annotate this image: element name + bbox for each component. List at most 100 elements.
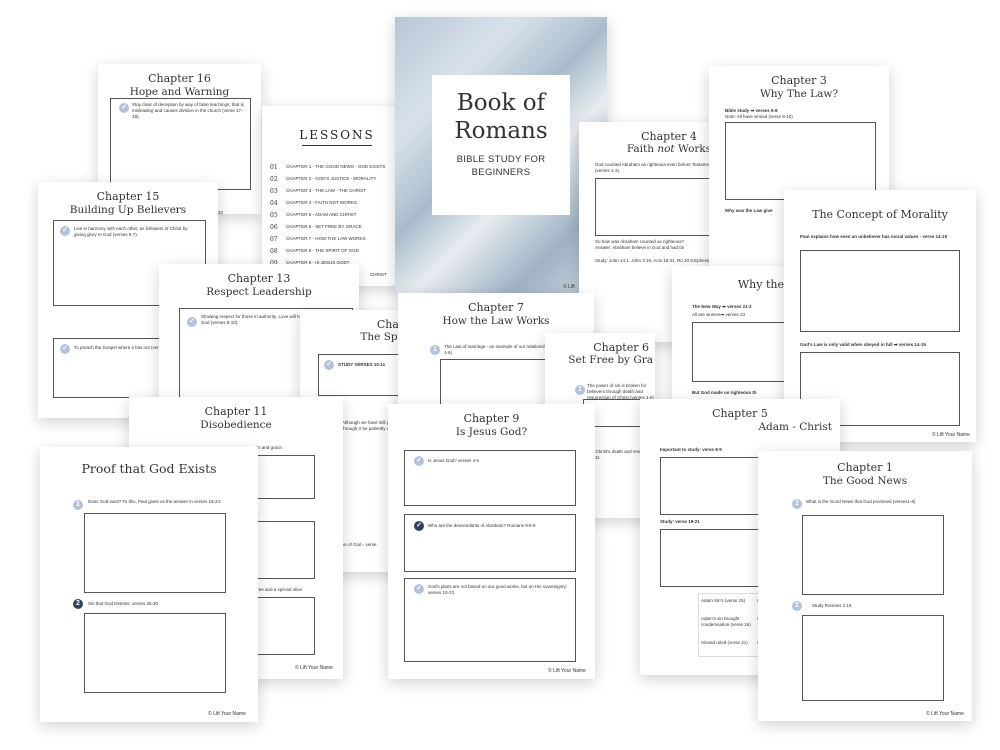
step-1-icon: 1 bbox=[73, 500, 83, 510]
question-text: What is the Good News that God promised … bbox=[806, 499, 916, 504]
table-cell: Adam Sin's (verse 15) bbox=[701, 598, 746, 603]
lesson-item: 07 CHAPTER 7 - HOW THE LAW WORKS bbox=[270, 236, 366, 243]
page-title: Chapter 13 bbox=[227, 272, 291, 285]
lesson-item: 08 CHAPTER 8 - THE SPIRIT OF GOD bbox=[270, 248, 359, 255]
question-text: Study: verse 19-21 bbox=[660, 519, 700, 524]
step-1-icon: 1 bbox=[430, 345, 440, 355]
lesson-item: 01 CHAPTER 1 - THE GOOD NEWS - GOD EXISTS bbox=[270, 164, 386, 171]
lesson-item: 02 CHAPTER 2 - GOD'S JUSTICE - MORALITY bbox=[270, 176, 377, 183]
question-text: The New Way ➡ verses 21-2 bbox=[692, 304, 752, 309]
question-text: Who are the descendants of Abraham? Roma… bbox=[428, 523, 536, 528]
question-text: Study Romans 1:16 bbox=[812, 603, 852, 608]
cover-title-card: Book of Romans BIBLE STUDY FOR BEGINNERS bbox=[432, 75, 570, 215]
check-icon: ✓ bbox=[60, 226, 70, 236]
answer-box bbox=[660, 457, 774, 515]
page-subtitle: Respect Leadership bbox=[206, 286, 312, 298]
page-title: Chapter 16 bbox=[148, 72, 211, 85]
page-title: Chap bbox=[376, 318, 406, 331]
page-title: Chapter 1 bbox=[837, 461, 893, 474]
brand-footer: © Lift Your Name bbox=[208, 711, 246, 717]
lesson-item: 04 CHAPTER 4 - FAITH NOT WORKS bbox=[270, 200, 357, 207]
partial-text: CHRIST bbox=[370, 272, 387, 277]
page-title: Chapter 5 bbox=[712, 407, 768, 420]
answer-box bbox=[802, 615, 944, 701]
lessons-title: LESSONS bbox=[262, 128, 412, 146]
answer-box bbox=[725, 122, 876, 200]
answer-box bbox=[253, 597, 315, 655]
lesson-item: 05 CHAPTER 5 - ADAM AND CHRIST bbox=[270, 212, 357, 219]
step-2-icon: 2 bbox=[73, 599, 83, 609]
page-title: Chapter 11 bbox=[204, 405, 268, 418]
page-subtitle: How the Law Works bbox=[442, 315, 550, 327]
step-1-icon: 1 bbox=[575, 385, 585, 395]
page-title: Why the bbox=[737, 278, 784, 291]
answer-box bbox=[84, 513, 226, 593]
question-text: All are sinners➡ verses 23 bbox=[692, 312, 746, 317]
check-icon: ✓ bbox=[414, 456, 424, 466]
brand-footer: © Lift Your Name bbox=[295, 665, 333, 671]
step-2-icon: 2 bbox=[792, 601, 802, 611]
page-title: The Concept of Morality bbox=[812, 208, 948, 221]
brand-footer: © Lift bbox=[563, 284, 575, 290]
page-chapter-1: Chapter 1 The Good News 1 What is the Go… bbox=[758, 451, 972, 721]
partial-text: ss and grace. bbox=[256, 445, 284, 450]
page-cover: Book of Romans BIBLE STUDY FOR BEGINNERS ©… bbox=[395, 17, 607, 295]
answer-box bbox=[660, 529, 774, 587]
page-subtitle: Set Free by Gra bbox=[568, 354, 653, 366]
page-subtitle: Disobedience bbox=[200, 419, 272, 431]
page-subtitle: Why The Law? bbox=[760, 88, 838, 100]
partial-text: tree and a special olive bbox=[256, 587, 303, 592]
answer-box bbox=[84, 613, 226, 693]
page-title: Chapter 3 bbox=[771, 74, 827, 87]
page-subtitle: The Good News bbox=[822, 475, 908, 487]
step-1-icon: 1 bbox=[792, 499, 802, 509]
page-title: Chapter 6 bbox=[593, 341, 649, 354]
question-text: Does God exist? To this, Paul gives us t… bbox=[88, 499, 222, 504]
page-subtitle: Adam - Christ bbox=[758, 421, 832, 433]
page-lessons: LESSONS 01 CHAPTER 1 - THE GOOD NEWS - GO… bbox=[262, 106, 412, 286]
answer-box bbox=[253, 455, 315, 499]
cover-title: Book of Romans bbox=[454, 90, 548, 144]
page-subtitle: The Spir bbox=[360, 331, 406, 343]
check-icon: ✓ bbox=[414, 584, 424, 594]
partial-text: 20 bbox=[218, 210, 224, 214]
lesson-item: 06 CHAPTER 6 - SET FREE BY GRACE bbox=[270, 224, 362, 231]
note-text: Note: All have sinned (verse 9-10) bbox=[725, 114, 793, 119]
table-cell: Adam's sin brought condemnation (verse 1… bbox=[701, 616, 751, 627]
brand-footer: © Lift Your Name bbox=[548, 668, 586, 674]
question-text: God's plans are not based on our good wo… bbox=[428, 584, 567, 595]
cover-subtitle: BIBLE STUDY FOR BEGINNERS bbox=[456, 154, 546, 178]
page-chapter-3-part-2: Why the The New Way ➡ verses 21-2 All ar… bbox=[672, 266, 792, 406]
question-text: Paul explains how even an unbeliever has… bbox=[800, 234, 948, 239]
check-icon: ✓ bbox=[324, 360, 334, 370]
page-title: Chapter 7 bbox=[468, 301, 524, 314]
page-title: Chapter 15 bbox=[96, 190, 160, 203]
check-icon: ✓ bbox=[187, 317, 197, 327]
page-title: Proof that God Exists bbox=[81, 461, 217, 476]
answer-box bbox=[800, 250, 960, 332]
question-text: Live in harmony with each other, as foll… bbox=[74, 226, 188, 237]
brand-footer: © Lift Your Name bbox=[926, 711, 964, 717]
question-text: But God made us righteous th bbox=[692, 390, 757, 395]
question-text: Stay clear of deception by way of false … bbox=[132, 102, 244, 119]
question-text: STUDY VERSES 10-11 bbox=[338, 362, 386, 367]
question-text: Important to study: verse 8-9 bbox=[660, 447, 722, 452]
table-cell: Sinned ruled (verse 21) bbox=[701, 640, 748, 645]
question-text: Sin that God Detests: verses 25-30 bbox=[88, 601, 159, 606]
page-proof-god-exists: Proof that God Exists 1 Does God exist? … bbox=[40, 447, 258, 722]
check-icon: ✓ bbox=[119, 103, 129, 113]
page-subtitle: Hope and Warning bbox=[129, 86, 230, 98]
question-text: Is Jesus God? verses 4-5 bbox=[428, 458, 480, 463]
page-subtitle: Building Up Believers bbox=[69, 204, 187, 216]
page-title: Chapter 9 bbox=[463, 412, 520, 425]
answer-box bbox=[692, 322, 792, 382]
brand-footer: © Lift Your Name bbox=[932, 432, 970, 438]
question-text: God's Law is only valid when obeyed in f… bbox=[800, 342, 926, 347]
answer-box bbox=[802, 515, 944, 595]
page-subtitle: Is Jesus God? bbox=[455, 426, 528, 438]
page-chapter-9: Chapter 9 Is Jesus God? ✓ Is Jesus God? … bbox=[388, 404, 595, 679]
check-icon: ✓ bbox=[414, 521, 424, 531]
question-text: Why was the Law give bbox=[725, 208, 773, 213]
lesson-item: 03 CHAPTER 3 - THE LAW - THE CHRIST bbox=[270, 188, 366, 195]
answer-box bbox=[253, 521, 315, 579]
